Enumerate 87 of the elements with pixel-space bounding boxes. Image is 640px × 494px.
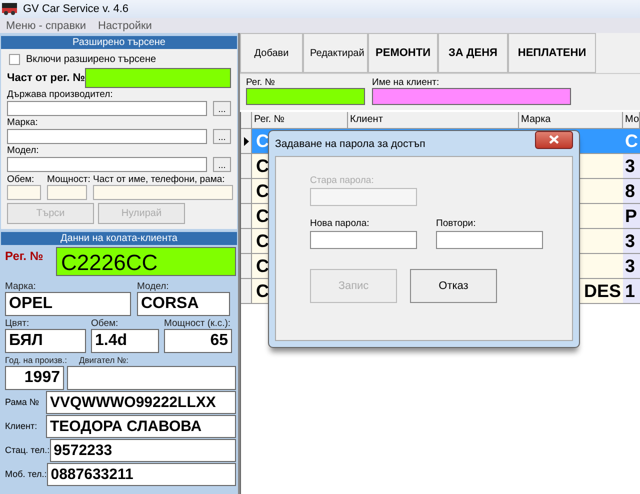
table-cell: C: [256, 156, 269, 176]
toolbar-button[interactable]: РЕМОНТИ: [368, 33, 438, 73]
field-label: Обем:: [91, 318, 118, 329]
field-label: Мощност:: [47, 174, 87, 185]
table-cell: C: [256, 281, 269, 301]
field-label: Модел:: [7, 145, 40, 156]
value-field[interactable]: VVQWWWO99222LLXX: [46, 390, 236, 414]
table-cell: C: [625, 131, 638, 151]
close-button[interactable]: [535, 130, 573, 148]
field-label: Повтори:: [436, 218, 477, 229]
field-label: Нова парола:: [310, 218, 370, 229]
value-field[interactable]: ТЕОДОРА СЛАВОВА: [46, 414, 236, 438]
table-cell: C: [256, 256, 269, 276]
table-cell: C: [256, 206, 269, 226]
password-field[interactable]: [310, 231, 417, 249]
password-field[interactable]: [436, 231, 543, 249]
field-label: Мощност (к.с.):: [164, 318, 231, 329]
value-field[interactable]: 1997: [5, 366, 64, 390]
input-field[interactable]: [85, 68, 231, 88]
field-label: Марка:: [5, 281, 36, 292]
dialog-button[interactable]: Отказ: [410, 269, 497, 303]
input-field[interactable]: [7, 157, 207, 172]
row-pointer-icon: [244, 136, 248, 146]
table-cell: 3: [625, 256, 636, 276]
value-field[interactable]: [67, 366, 236, 390]
table-cell: 8: [625, 181, 636, 201]
field-label: Моб. тел.:: [5, 469, 47, 479]
checkbox-label: Включи разширено търсене: [26, 54, 156, 64]
column-header[interactable]: Мо: [623, 112, 640, 128]
window-title: GV Car Service v. 4.6: [23, 3, 129, 15]
filter-field[interactable]: [246, 88, 365, 105]
field-label: Държава производител:: [7, 89, 114, 100]
menu-item[interactable]: Меню - справки: [6, 20, 86, 32]
browse-button[interactable]: ...: [213, 157, 231, 172]
close-icon: [549, 135, 559, 144]
filter-field[interactable]: [372, 88, 571, 105]
table-cell: 3: [625, 156, 636, 176]
table-cell: C: [256, 131, 269, 151]
column-header[interactable]: Марка: [519, 112, 623, 128]
browse-button[interactable]: ...: [213, 129, 231, 144]
section-header: Данни на колата-клиента: [1, 232, 237, 245]
field-label: Двигател №:: [79, 355, 129, 366]
field-label: Цвят:: [5, 318, 30, 329]
input-field[interactable]: [7, 185, 41, 200]
field-label: Част от име, телефони, рама:: [93, 174, 226, 185]
field-label: Стац. тел.:: [5, 445, 50, 455]
field-label: Обем:: [7, 174, 36, 185]
field-label: Стара парола:: [310, 175, 375, 186]
value-field[interactable]: 9572233: [50, 438, 236, 462]
section-header: Разширено търсене: [1, 36, 237, 49]
input-field[interactable]: [47, 185, 87, 200]
checkbox[interactable]: [9, 54, 20, 64]
car-icon: [2, 3, 17, 15]
value-field[interactable]: БЯЛ: [5, 329, 86, 353]
table-cell: C: [256, 231, 269, 251]
input-field[interactable]: [7, 101, 207, 116]
field-label: Марка:: [7, 117, 39, 128]
column-header[interactable]: Клиент: [348, 112, 519, 128]
field-label: Име на клиент:: [372, 77, 440, 88]
field-label: Клиент:: [5, 421, 38, 431]
toolbar-button[interactable]: НЕПЛАТЕНИ: [508, 33, 596, 73]
column-header[interactable]: Рег. №: [252, 112, 348, 128]
field-label: Модел:: [137, 281, 169, 292]
table-cell: DES: [584, 281, 621, 301]
field-label: Рама №: [5, 397, 40, 407]
toolbar-button[interactable]: ЗА ДЕНЯ: [438, 33, 508, 73]
field-label: Рег. №: [5, 249, 44, 263]
table-cell: 1: [625, 281, 636, 301]
value-field[interactable]: 65: [164, 329, 232, 353]
value-field[interactable]: OPEL: [5, 292, 131, 316]
field-label: Част от рег. №: [7, 72, 85, 84]
toolbar-button[interactable]: Добави: [240, 33, 303, 73]
field-label: Рег. №: [246, 77, 276, 88]
table-cell: C: [256, 181, 269, 201]
input-field[interactable]: [93, 185, 233, 200]
menu-item[interactable]: Настройки: [98, 20, 152, 32]
dialog-title: Задаване на парола за достъп: [275, 138, 426, 150]
value-field[interactable]: CORSA: [137, 292, 230, 316]
table-cell: P: [625, 206, 638, 226]
table-cell: 3: [625, 231, 636, 251]
toolbar-button[interactable]: Редактирай: [303, 33, 368, 73]
value-field[interactable]: 1.4d: [91, 329, 159, 353]
browse-button[interactable]: ...: [213, 101, 231, 116]
value-field[interactable]: 0887633211: [46, 462, 236, 486]
input-field[interactable]: [7, 129, 207, 144]
registration-field[interactable]: C2226CC: [56, 247, 236, 276]
field-label: Год. на произв.:: [5, 355, 67, 366]
